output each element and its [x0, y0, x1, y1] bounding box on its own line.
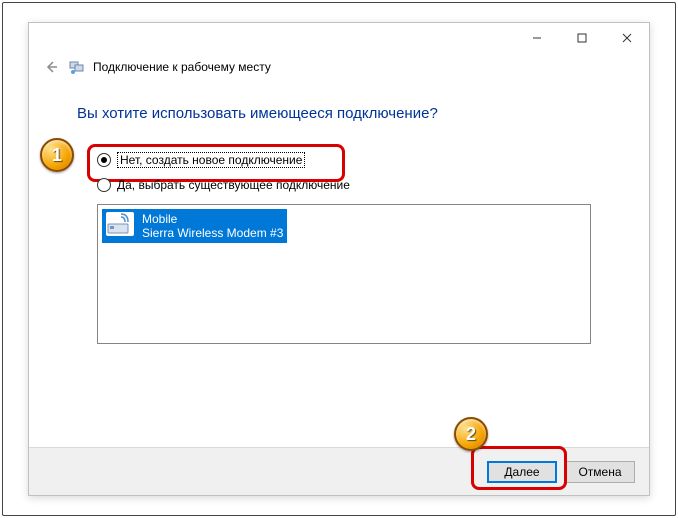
cancel-button[interactable]: Отмена	[565, 461, 635, 483]
content-area: Вы хотите использовать имеющееся подключ…	[29, 85, 649, 344]
annotation-badge-2: 2	[454, 417, 488, 451]
connection-item[interactable]: Mobile Sierra Wireless Modem #3	[102, 209, 287, 243]
option-existing-label: Да, выбрать существующее подключение	[117, 178, 350, 192]
wizard-window: Подключение к рабочему месту Вы хотите и…	[28, 22, 650, 496]
question-heading: Вы хотите использовать имеющееся подключ…	[77, 105, 609, 122]
next-button[interactable]: Далее	[487, 461, 557, 483]
footer: Далее Отмена	[29, 447, 649, 495]
close-button[interactable]	[604, 23, 649, 53]
connection-detail: Sierra Wireless Modem #3	[142, 226, 283, 240]
network-icon	[69, 59, 85, 75]
header: Подключение к рабочему месту	[29, 53, 649, 85]
back-button[interactable]	[41, 57, 61, 77]
minimize-button[interactable]	[514, 23, 559, 53]
option-new-label: Нет, создать новое подключение	[117, 152, 305, 168]
window-title: Подключение к рабочему месту	[93, 60, 271, 74]
cancel-button-label: Отмена	[578, 465, 621, 479]
connection-list[interactable]: Mobile Sierra Wireless Modem #3	[97, 204, 591, 344]
connection-text: Mobile Sierra Wireless Modem #3	[142, 212, 283, 240]
modem-icon	[106, 212, 134, 236]
annotation-badge-1-text: 1	[52, 145, 62, 166]
option-new-connection[interactable]: Нет, создать новое подключение	[97, 152, 609, 168]
annotation-badge-1: 1	[40, 138, 74, 172]
next-button-label: Далее	[504, 465, 539, 479]
maximize-button[interactable]	[559, 23, 604, 53]
option-existing-connection[interactable]: Да, выбрать существующее подключение	[97, 178, 609, 192]
annotation-badge-2-text: 2	[466, 424, 476, 445]
titlebar	[29, 23, 649, 53]
connection-name: Mobile	[142, 212, 283, 226]
radio-selected-icon	[97, 153, 111, 167]
radio-unselected-icon	[97, 178, 111, 192]
radio-group: Нет, создать новое подключение Да, выбра…	[97, 152, 609, 192]
